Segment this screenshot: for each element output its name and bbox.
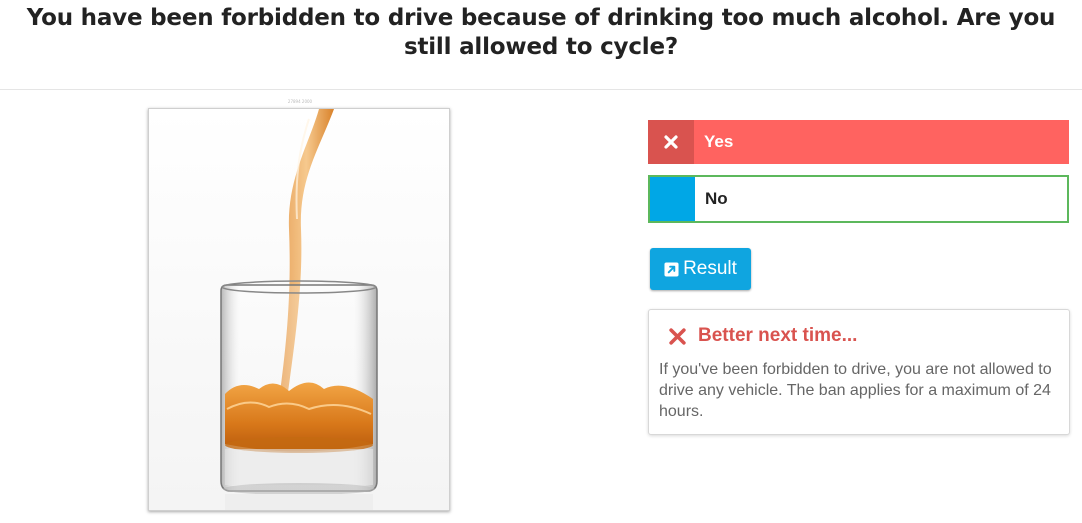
feedback-header: Better next time... — [669, 325, 857, 347]
answer-option-yes[interactable]: Yes — [648, 120, 1069, 164]
question-line-2: still allowed to cycle? — [403, 34, 679, 60]
feedback-panel: Better next time... If you've been forbi… — [648, 309, 1070, 435]
external-link-icon — [664, 261, 679, 277]
result-button[interactable]: Result — [650, 248, 751, 290]
answer-option-no[interactable]: No — [648, 175, 1069, 223]
close-icon — [669, 327, 686, 345]
question-image — [148, 108, 450, 511]
header-divider — [0, 89, 1082, 90]
answer-mark-yes — [648, 120, 694, 164]
close-icon — [664, 135, 678, 149]
image-credit: 27894 2000 — [287, 99, 313, 104]
question-title: You have been forbidden to drive because… — [0, 4, 1082, 62]
answer-label-no: No — [705, 189, 728, 208]
answer-mark-no — [650, 177, 695, 221]
feedback-body: If you've been forbidden to drive, you a… — [659, 361, 1052, 420]
answer-label-yes: Yes — [704, 132, 734, 151]
result-button-label: Result — [683, 258, 737, 279]
whiskey-pour-photo — [149, 109, 449, 510]
question-line-1: You have been forbidden to drive because… — [26, 5, 1056, 31]
feedback-title: Better next time... — [698, 325, 858, 346]
